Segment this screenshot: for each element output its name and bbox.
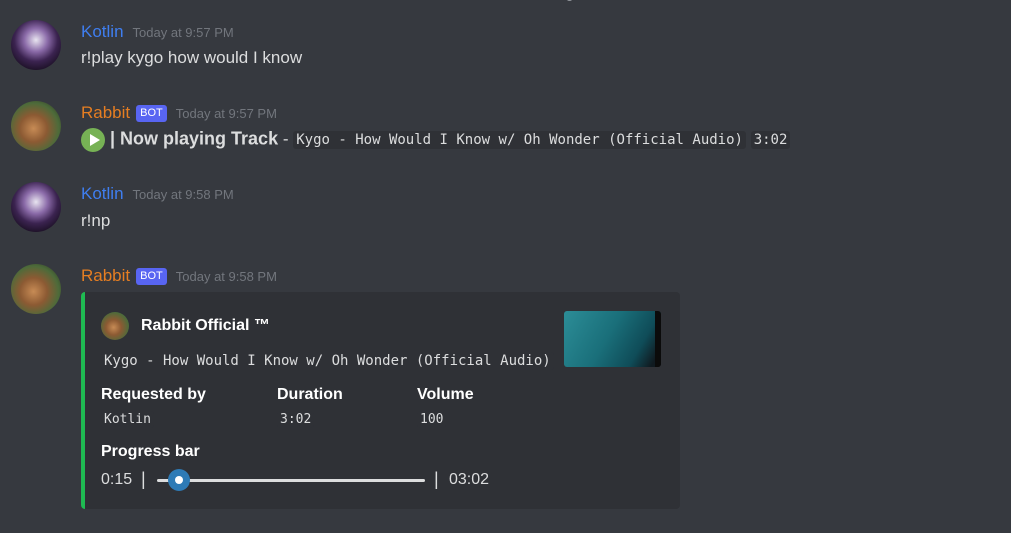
avatar[interactable] xyxy=(11,101,61,151)
scroll-indicator xyxy=(567,0,572,1)
separator-left: | xyxy=(141,469,146,489)
progress-bar: 0:15 | | 03:02 xyxy=(101,468,521,492)
now-playing-label: | Now playing Track xyxy=(110,128,279,149)
message-text: r!play kygo how would I know xyxy=(81,48,303,67)
field-value: 3:02 xyxy=(277,411,315,428)
progress-label: Progress bar xyxy=(101,443,200,460)
field-value: 100 xyxy=(417,411,447,428)
progress-track xyxy=(157,479,425,482)
field-name: Volume xyxy=(417,386,474,403)
field-volume: Volume 100 xyxy=(417,386,474,428)
field-name: Duration xyxy=(277,386,343,403)
timestamp: Today at 9:58 PM xyxy=(132,186,234,202)
dash: - xyxy=(282,129,289,149)
field-name: Requested by xyxy=(101,386,206,403)
author-avatar xyxy=(101,312,129,340)
track-title: Kygo - How Would I Know w/ Oh Wonder (Of… xyxy=(101,352,554,370)
field-duration: Duration 3:02 xyxy=(277,386,343,428)
username[interactable]: Kotlin xyxy=(81,184,124,204)
timestamp: Today at 9:57 PM xyxy=(132,24,234,40)
bot-badge: BOT xyxy=(136,267,167,285)
track-duration: 3:02 xyxy=(750,131,791,150)
username[interactable]: Rabbit xyxy=(81,103,130,123)
field-requested-by: Requested by Kotlin xyxy=(101,386,206,428)
current-time: 0:15 xyxy=(101,471,133,488)
timestamp: Today at 9:57 PM xyxy=(175,105,277,121)
now-playing-embed: Rabbit Official ™ Kygo - How Would I Kno… xyxy=(81,292,680,509)
message-content: | Now playing Track - Kygo - How Would I… xyxy=(81,128,791,152)
embed-description: Kygo - How Would I Know w/ Oh Wonder (Of… xyxy=(101,352,554,370)
username[interactable]: Kotlin xyxy=(81,22,124,42)
avatar[interactable] xyxy=(11,264,61,314)
avatar[interactable] xyxy=(11,20,61,70)
author-name: Rabbit Official ™ xyxy=(141,317,270,334)
bot-badge: BOT xyxy=(136,104,167,122)
total-time: 03:02 xyxy=(449,471,490,488)
message-text: r!np xyxy=(81,211,111,230)
separator-right: | xyxy=(434,469,439,489)
video-thumbnail[interactable] xyxy=(564,311,661,367)
field-value: Kotlin xyxy=(101,411,154,428)
timestamp: Today at 9:58 PM xyxy=(175,268,277,284)
avatar[interactable] xyxy=(11,182,61,232)
track-title: Kygo - How Would I Know w/ Oh Wonder (Of… xyxy=(293,131,746,150)
play-icon xyxy=(81,128,105,152)
embed-author: Rabbit Official ™ xyxy=(101,312,270,340)
username[interactable]: Rabbit xyxy=(81,266,130,286)
progress-knob xyxy=(167,469,190,491)
